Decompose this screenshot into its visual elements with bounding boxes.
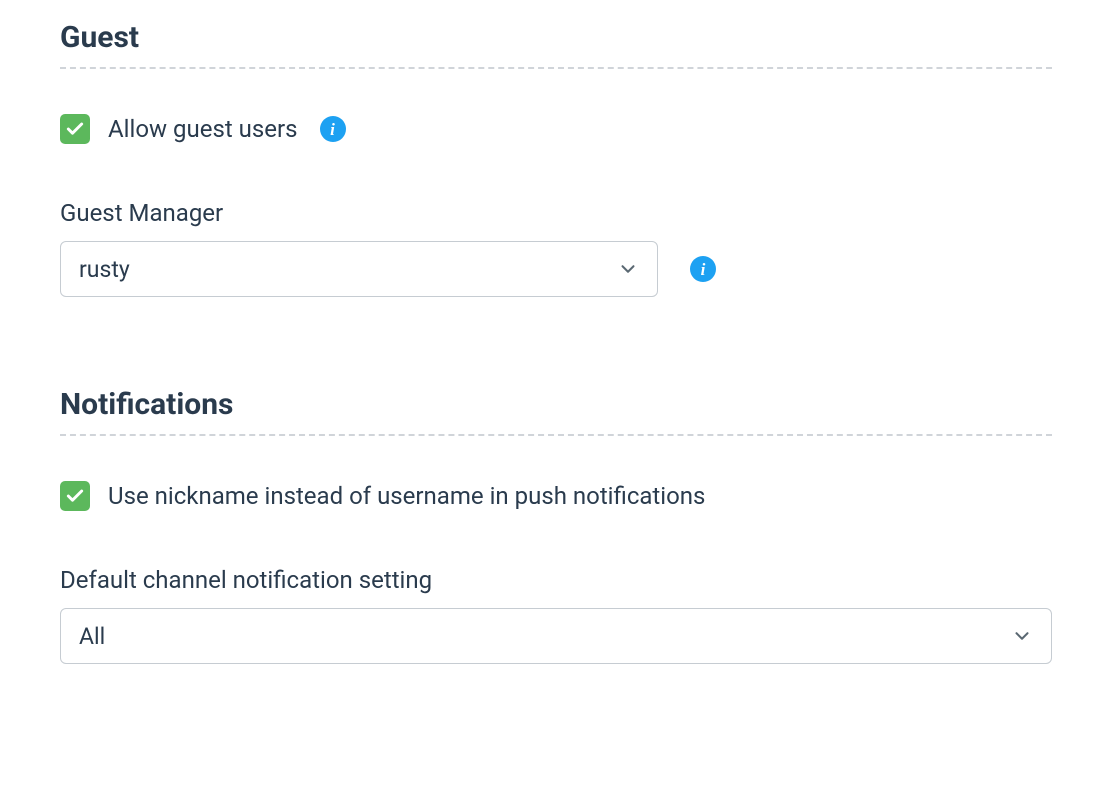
guest-section: Guest Allow guest users i Guest Manager … <box>60 20 1052 297</box>
guest-manager-select-row: rusty i <box>60 241 1052 297</box>
default-channel-field: Default channel notification setting All <box>60 566 1052 664</box>
info-icon-glyph: i <box>330 121 335 138</box>
info-icon-glyph: i <box>701 261 706 278</box>
notifications-section: Notifications Use nickname instead of us… <box>60 387 1052 664</box>
allow-guest-row: Allow guest users i <box>60 114 1052 144</box>
guest-manager-value: rusty <box>79 256 617 283</box>
guest-section-title: Guest <box>60 20 1052 69</box>
allow-guest-label: Allow guest users <box>108 115 298 143</box>
chevron-down-icon <box>617 258 639 280</box>
checkmark-icon <box>65 486 85 506</box>
default-channel-select[interactable]: All <box>60 608 1052 664</box>
guest-manager-label: Guest Manager <box>60 199 1052 227</box>
nickname-label: Use nickname instead of username in push… <box>108 482 705 510</box>
default-channel-value: All <box>79 623 1011 650</box>
nickname-checkbox[interactable] <box>60 481 90 511</box>
guest-manager-field: Guest Manager rusty i <box>60 199 1052 297</box>
checkmark-icon <box>65 119 85 139</box>
allow-guest-info-icon[interactable]: i <box>320 116 346 142</box>
guest-manager-info-icon[interactable]: i <box>690 256 716 282</box>
guest-manager-select[interactable]: rusty <box>60 241 658 297</box>
notifications-section-title: Notifications <box>60 387 1052 436</box>
chevron-down-icon <box>1011 625 1033 647</box>
default-channel-label: Default channel notification setting <box>60 566 1052 594</box>
nickname-row: Use nickname instead of username in push… <box>60 481 1052 511</box>
allow-guest-checkbox[interactable] <box>60 114 90 144</box>
